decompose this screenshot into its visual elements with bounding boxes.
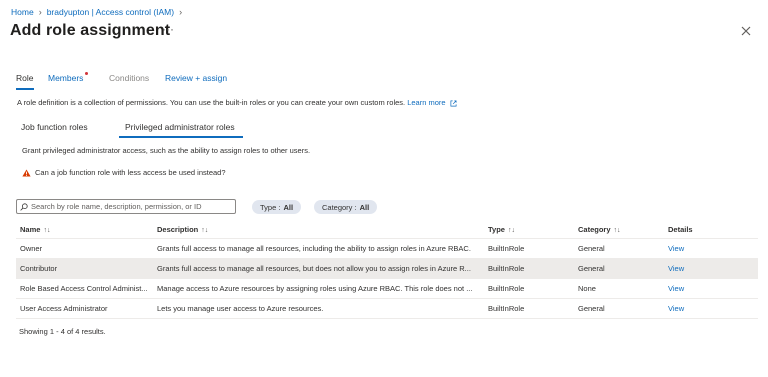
role-type: BuiltInRole bbox=[484, 278, 574, 299]
breadcrumb: Home › bradyupton | Access control (IAM)… bbox=[11, 7, 182, 17]
roles-table: Name ↑↓ Description ↑↓ Type ↑↓ Category ↑↓ D… bbox=[16, 220, 758, 319]
sort-icon[interactable]: ↑↓ bbox=[43, 227, 50, 234]
role-description: Manage access to Azure resources by assi… bbox=[153, 278, 484, 299]
role-name: User Access Administrator bbox=[16, 298, 153, 319]
view-details-link[interactable]: View bbox=[668, 264, 684, 273]
external-link-icon bbox=[450, 100, 457, 106]
tab-members[interactable]: Members bbox=[48, 73, 83, 83]
role-description: Lets you manage user access to Azure res… bbox=[153, 298, 484, 319]
table-row[interactable]: Contributor Grants full access to manage… bbox=[16, 258, 758, 279]
category-filter-value: All bbox=[359, 202, 370, 212]
category-filter-pill[interactable]: Category : All bbox=[314, 200, 378, 214]
role-type: BuiltInRole bbox=[484, 238, 574, 259]
sort-icon[interactable]: ↑↓ bbox=[508, 227, 515, 234]
sort-icon[interactable]: ↑↓ bbox=[201, 227, 208, 234]
role-description: Grants full access to manage all resourc… bbox=[153, 238, 484, 259]
warning-icon bbox=[22, 168, 31, 177]
type-filter-value: All bbox=[283, 202, 294, 212]
search-input[interactable] bbox=[31, 202, 221, 211]
page-title: Add role assignment bbox=[10, 22, 171, 39]
role-name: Role Based Access Control Administ... bbox=[16, 278, 153, 299]
more-options-button[interactable]: ··· bbox=[162, 22, 174, 36]
role-category: None bbox=[574, 278, 664, 299]
type-filter-pill[interactable]: Type : All bbox=[252, 200, 302, 214]
role-category: General bbox=[574, 298, 664, 319]
view-details-link[interactable]: View bbox=[668, 284, 684, 293]
role-description: A role definition is a collection of per… bbox=[17, 98, 457, 107]
chevron-right-icon: › bbox=[179, 7, 183, 17]
tab-privileged-administrator-roles[interactable]: Privileged administrator roles bbox=[125, 122, 235, 132]
tab-conditions[interactable]: Conditions bbox=[109, 73, 149, 83]
column-header-name[interactable]: Name ↑↓ bbox=[16, 220, 153, 239]
breadcrumb-access-control[interactable]: bradyupton | Access control (IAM) bbox=[47, 7, 174, 17]
required-indicator bbox=[85, 72, 88, 75]
column-header-description[interactable]: Description ↑↓ bbox=[153, 220, 484, 239]
warning-message: Can a job function role with less access… bbox=[22, 168, 226, 177]
role-description-text: A role definition is a collection of per… bbox=[17, 98, 406, 107]
type-filter-label: Type : bbox=[260, 202, 281, 212]
privileged-description: Grant privileged administrator access, s… bbox=[22, 146, 311, 155]
role-type: BuiltInRole bbox=[484, 298, 574, 319]
view-details-link[interactable]: View bbox=[668, 244, 684, 253]
table-header-row: Name ↑↓ Description ↑↓ Type ↑↓ Category ↑↓ D… bbox=[16, 220, 758, 239]
role-name: Contributor bbox=[16, 258, 153, 279]
category-filter-label: Category : bbox=[322, 202, 357, 212]
column-header-type[interactable]: Type ↑↓ bbox=[484, 220, 574, 239]
role-category: General bbox=[574, 238, 664, 259]
sort-icon[interactable]: ↑↓ bbox=[614, 227, 621, 234]
column-header-category[interactable]: Category ↑↓ bbox=[574, 220, 664, 239]
role-category: General bbox=[574, 258, 664, 279]
tab-role[interactable]: Role bbox=[16, 73, 33, 83]
breadcrumb-home[interactable]: Home bbox=[11, 7, 34, 17]
tab-job-function-roles[interactable]: Job function roles bbox=[21, 122, 88, 132]
search-box[interactable] bbox=[16, 199, 236, 214]
warning-text: Can a job function role with less access… bbox=[35, 168, 226, 177]
close-icon[interactable] bbox=[739, 24, 753, 38]
table-row[interactable]: Owner Grants full access to manage all r… bbox=[16, 238, 758, 259]
table-row[interactable]: Role Based Access Control Administ... Ma… bbox=[16, 278, 758, 299]
role-name: Owner bbox=[16, 238, 153, 259]
chevron-right-icon: › bbox=[38, 7, 42, 17]
column-header-details: Details bbox=[664, 220, 758, 239]
active-subtab-indicator bbox=[119, 136, 243, 138]
tab-review-assign[interactable]: Review + assign bbox=[165, 73, 227, 83]
view-details-link[interactable]: View bbox=[668, 304, 684, 313]
role-type: BuiltInRole bbox=[484, 258, 574, 279]
active-tab-indicator bbox=[16, 88, 34, 90]
results-count: Showing 1 - 4 of 4 results. bbox=[19, 327, 106, 336]
search-icon bbox=[20, 202, 28, 211]
learn-more-link[interactable]: Learn more bbox=[407, 98, 445, 107]
table-row[interactable]: User Access Administrator Lets you manag… bbox=[16, 298, 758, 319]
role-description: Grants full access to manage all resourc… bbox=[153, 258, 484, 279]
